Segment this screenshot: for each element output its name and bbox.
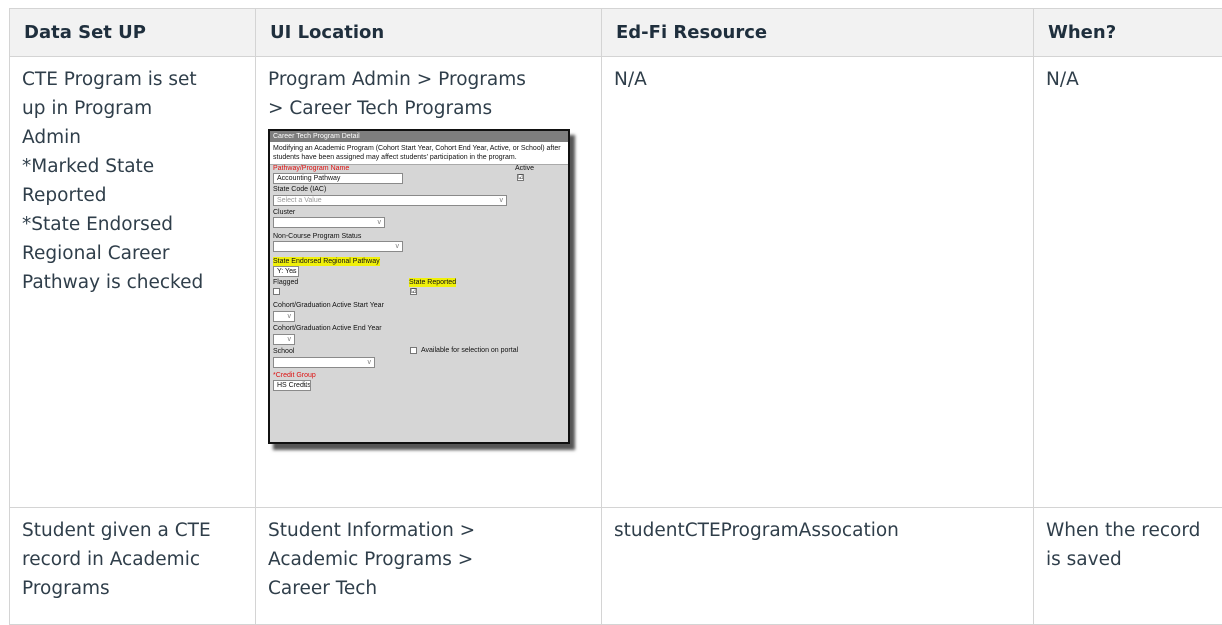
setup-cell: CTE Program is set up in Program Admin *… [10, 57, 256, 508]
chevron-down-icon: v [378, 218, 382, 227]
data-table: Data Set UP UI Location Ed-Fi Resource W… [9, 8, 1222, 625]
chevron-down-icon: v [292, 267, 296, 276]
setup-text: CTE Program is set [22, 65, 243, 94]
when-text: is saved [1046, 545, 1210, 574]
setup-text: record in Academic [22, 545, 243, 574]
chevron-down-icon: v [368, 358, 372, 367]
chevron-down-icon: v [304, 381, 308, 390]
setup-text: Regional Career [22, 239, 243, 268]
chevron-down-icon: v [500, 196, 504, 205]
when-cell: N/A [1034, 57, 1222, 508]
cluster-select[interactable]: v [273, 217, 385, 228]
location-text: Student Information > [268, 516, 589, 545]
location-cell: Student Information > Academic Programs … [256, 508, 602, 625]
school-select[interactable]: v [273, 357, 375, 368]
setup-text: Admin [22, 123, 243, 152]
table-row: CTE Program is set up in Program Admin *… [10, 57, 1222, 508]
location-text: > Career Tech Programs [268, 94, 589, 123]
header-data-set-up: Data Set UP [10, 9, 256, 57]
state-code-placeholder: Select a Value [277, 197, 322, 204]
state-reported-checkbox[interactable]: ☑ [410, 288, 417, 295]
setup-text: Programs [22, 574, 243, 603]
active-checkbox[interactable]: ☑ [517, 174, 524, 181]
pathway-input[interactable]: Accounting Pathway [273, 173, 403, 184]
state-reported-label: State Reported [409, 278, 456, 287]
location-text: Program Admin > Programs [268, 65, 589, 94]
flagged-label: Flagged [273, 278, 298, 287]
setup-text: up in Program [22, 94, 243, 123]
cohort-end-label: Cohort/Graduation Active End Year [273, 324, 382, 333]
setup-text: Reported [22, 181, 243, 210]
resource-cell: studentCTEProgramAssocation [602, 508, 1034, 625]
chevron-down-icon: v [288, 335, 292, 344]
setup-text: *Marked State [22, 152, 243, 181]
portal-checkbox[interactable] [410, 347, 417, 354]
portal-label: Available for selection on portal [421, 346, 518, 355]
school-label: School [273, 347, 294, 356]
screenshot-note: Modifying an Academic Program (Cohort St… [270, 142, 568, 165]
flagged-checkbox[interactable] [273, 288, 280, 295]
cohort-end-select[interactable]: v [273, 334, 295, 345]
header-ui-location: UI Location [256, 9, 602, 57]
endorsed-select[interactable]: Y: Yes v [273, 266, 299, 277]
setup-text: *State Endorsed [22, 210, 243, 239]
career-tech-program-screenshot: Career Tech Program Detail Modifying an … [268, 129, 570, 444]
setup-cell: Student given a CTE record in Academic P… [10, 508, 256, 625]
when-cell: When the record is saved [1034, 508, 1222, 625]
cohort-start-label: Cohort/Graduation Active Start Year [273, 301, 384, 310]
cohort-start-select[interactable]: v [273, 311, 295, 322]
state-code-label: State Code (IAC) [273, 185, 326, 194]
chevron-down-icon: v [396, 242, 400, 251]
location-cell: Program Admin > Programs > Career Tech P… [256, 57, 602, 508]
active-label: Active [515, 164, 534, 173]
endorsed-label: State Endorsed Regional Pathway [273, 257, 380, 266]
credit-group-label: *Credit Group [273, 371, 316, 380]
cluster-label: Cluster [273, 208, 295, 217]
screenshot-title: Career Tech Program Detail [270, 131, 568, 142]
chevron-down-icon: v [288, 312, 292, 321]
setup-text: Student given a CTE [22, 516, 243, 545]
location-text: Academic Programs > [268, 545, 589, 574]
header-row: Data Set UP UI Location Ed-Fi Resource W… [10, 9, 1222, 57]
noncourse-label: Non-Course Program Status [273, 232, 361, 241]
header-ed-fi-resource: Ed-Fi Resource [602, 9, 1034, 57]
pathway-label: Pathway/Program Name [273, 164, 349, 173]
table-row: Student given a CTE record in Academic P… [10, 508, 1222, 625]
state-code-select[interactable]: Select a Value v [273, 195, 507, 206]
resource-cell: N/A [602, 57, 1034, 508]
setup-text: Pathway is checked [22, 268, 243, 297]
credit-group-select[interactable]: HS Credits v [273, 380, 311, 391]
noncourse-select[interactable]: v [273, 241, 403, 252]
header-when: When? [1034, 9, 1222, 57]
when-text: When the record [1046, 516, 1210, 545]
location-text: Career Tech [268, 574, 589, 603]
